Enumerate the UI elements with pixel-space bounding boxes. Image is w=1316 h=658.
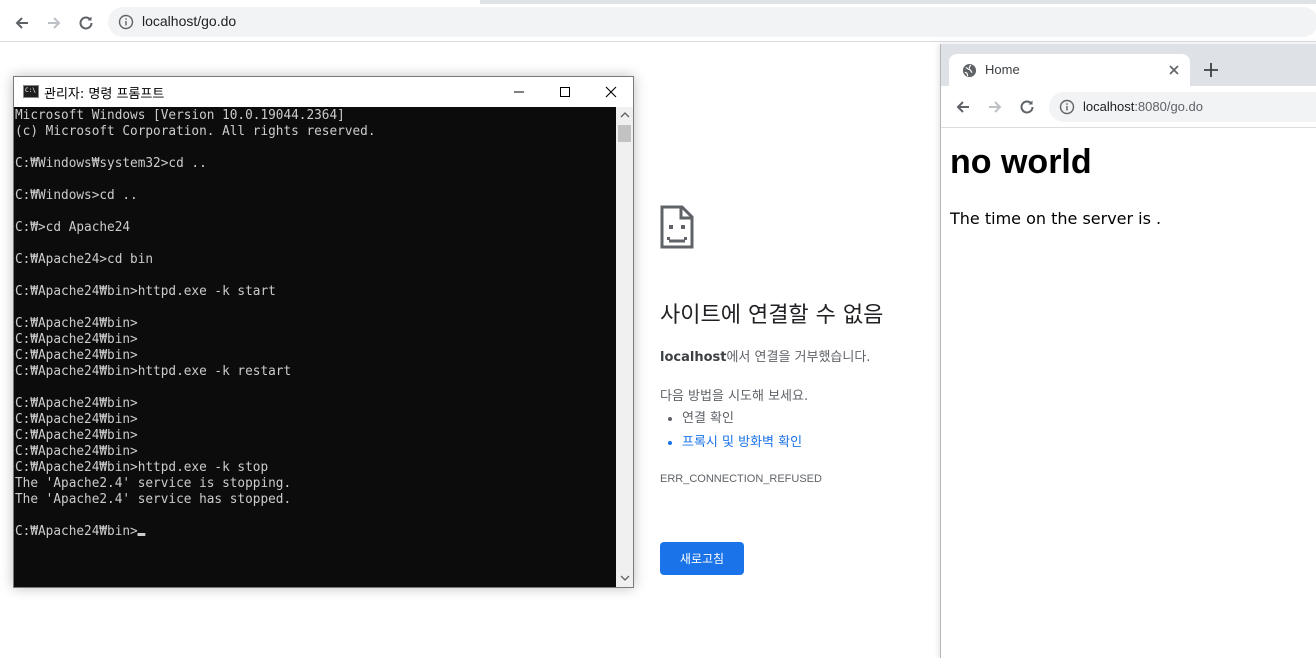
command-prompt-window[interactable]: 관리자: 명령 프롬프트 Microsoft Windows [Version … xyxy=(13,76,634,588)
error-title: 사이트에 연결할 수 없음 xyxy=(660,303,884,328)
info-icon[interactable] xyxy=(1059,99,1075,115)
url-path: :8080/go.do xyxy=(1134,99,1203,114)
reload-icon xyxy=(79,16,93,30)
front-back-button[interactable] xyxy=(951,95,975,119)
desktop: localhost/go.do 사이트에 연결할 수 없음 localhost에… xyxy=(0,0,1316,658)
error-code: ERR_CONNECTION_REFUSED xyxy=(660,473,822,485)
console-lines: Microsoft Windows [Version 10.0.19044.23… xyxy=(15,108,376,507)
tab-home[interactable]: Home xyxy=(949,54,1190,86)
try-label: 다음 방법을 시도해 보세요. xyxy=(660,389,809,404)
forward-button[interactable] xyxy=(42,11,66,35)
reload-button[interactable] xyxy=(74,11,98,35)
front-reload-button[interactable] xyxy=(1015,95,1039,119)
console-scrollbar[interactable] xyxy=(616,107,633,587)
front-browser-tabstrip: Home xyxy=(941,44,1316,86)
scrollbar-thumb[interactable] xyxy=(618,125,631,142)
maximize-icon xyxy=(560,87,570,97)
minimize-button[interactable] xyxy=(496,77,542,107)
minimize-icon xyxy=(514,91,524,93)
arrow-right-icon xyxy=(989,101,1002,113)
error-desc-text: 에서 연결을 거부했습니다. xyxy=(726,350,871,365)
console-prompt: C:₩Apache24₩bin> xyxy=(15,524,138,539)
console-output-area[interactable]: Microsoft Windows [Version 10.0.19044.23… xyxy=(14,107,616,587)
close-button[interactable] xyxy=(588,77,634,107)
new-tab-plus-icon[interactable] xyxy=(1201,60,1221,80)
reload-page-button[interactable]: 새로고침 xyxy=(660,542,744,575)
error-host: localhost xyxy=(660,350,727,365)
error-description: localhost에서 연결을 거부했습니다. xyxy=(660,346,870,365)
back-button[interactable] xyxy=(10,11,34,35)
scroll-down-icon[interactable] xyxy=(620,573,630,583)
tab-title: Home xyxy=(985,62,1020,77)
close-icon xyxy=(605,86,617,98)
front-forward-button[interactable] xyxy=(983,95,1007,119)
globe-icon xyxy=(962,63,977,78)
front-address-url[interactable]: localhost:8080/go.do xyxy=(1083,99,1203,114)
console-title: 관리자: 명령 프롬프트 xyxy=(44,87,165,102)
suggestion-check-connection: 연결 확인 xyxy=(682,407,802,431)
front-browser-window[interactable]: Home localhost:8080/go.do no world The t… xyxy=(940,44,1316,658)
address-bar[interactable]: localhost/go.do xyxy=(108,7,1316,37)
sad-page-icon xyxy=(660,205,694,249)
info-icon[interactable] xyxy=(118,14,134,30)
back-browser-toolbar: localhost/go.do xyxy=(0,4,1316,42)
scroll-up-icon[interactable] xyxy=(620,110,630,120)
arrow-left-icon xyxy=(15,17,28,29)
console-titlebar[interactable]: 관리자: 명령 프롬프트 xyxy=(14,77,633,107)
page-paragraph: The time on the server is . xyxy=(950,209,1162,228)
suggestion-list: 연결 확인 프록시 및 방화벽 확인 xyxy=(682,407,802,455)
console-text: Microsoft Windows [Version 10.0.19044.23… xyxy=(15,108,376,540)
text-cursor xyxy=(137,533,146,536)
maximize-button[interactable] xyxy=(542,77,588,107)
url-host: localhost xyxy=(1083,99,1135,114)
arrow-left-icon xyxy=(956,101,969,113)
tab-close-icon[interactable] xyxy=(1167,63,1181,77)
page-heading: no world xyxy=(950,143,1092,181)
front-browser-toolbar: localhost:8080/go.do xyxy=(941,86,1316,128)
suggestion-check-proxy-link[interactable]: 프록시 및 방화벽 확인 xyxy=(682,431,802,455)
front-page-content: no world The time on the server is . xyxy=(941,129,1316,658)
address-url[interactable]: localhost/go.do xyxy=(142,13,236,29)
front-address-bar[interactable]: localhost:8080/go.do xyxy=(1049,92,1316,122)
reload-icon xyxy=(1020,100,1034,114)
console-app-icon[interactable] xyxy=(23,85,39,98)
arrow-right-icon xyxy=(48,17,61,29)
